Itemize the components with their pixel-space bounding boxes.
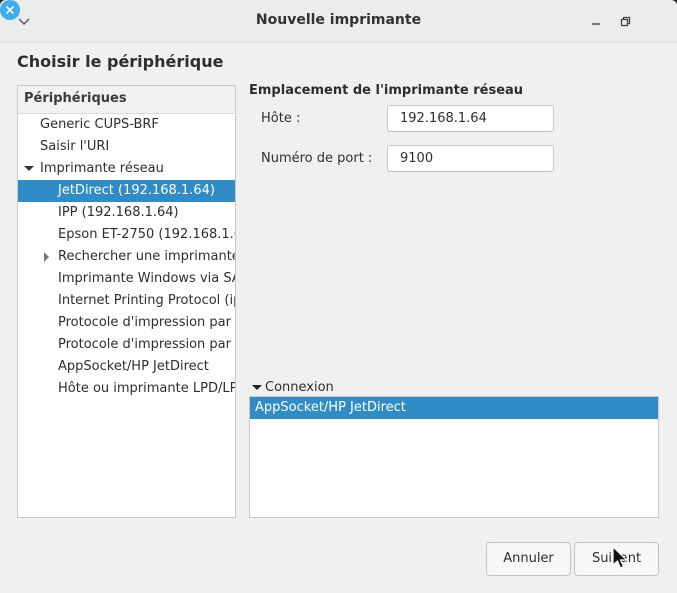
window-title: Nouvelle imprimante (255, 12, 422, 28)
port-input[interactable]: 9100 (387, 145, 554, 172)
device-tree-item-label: JetDirect (192.168.1.64) (58, 183, 215, 198)
host-label: Hôte : (261, 111, 301, 126)
device-tree-item-label: IPP (192.168.1.64) (58, 205, 179, 220)
device-tree-item-label: Rechercher une imprimante ré (58, 249, 235, 264)
host-input[interactable]: 192.168.1.64 (387, 105, 554, 132)
connection-list[interactable]: AppSocket/HP JetDirect (249, 396, 659, 518)
page-title: Choisir le périphérique (17, 52, 224, 71)
new-printer-dialog: Nouvelle imprimante Choisir le périphéri… (0, 0, 677, 593)
device-tree-item-label: Internet Printing Protocol (ipp (58, 293, 235, 308)
devices-tree[interactable]: Périphériques Generic CUPS-BRF Saisir l'U… (17, 85, 236, 518)
restore-icon[interactable] (615, 11, 635, 31)
device-tree-item[interactable]: Rechercher une imprimante ré (18, 246, 235, 268)
device-tree-item-label: Protocole d'impression par Int (58, 337, 235, 352)
device-tree-item[interactable]: Imprimante réseau (18, 158, 235, 180)
connection-expander-icon[interactable] (251, 380, 263, 396)
device-tree-item[interactable]: Internet Printing Protocol (ipp (18, 290, 235, 312)
device-tree-item-label: Imprimante réseau (40, 161, 164, 176)
device-tree-item[interactable]: Protocole d'impression par Int (18, 334, 235, 356)
device-tree-item-label: Generic CUPS-BRF (40, 117, 159, 132)
port-label: Numéro de port : (261, 151, 373, 166)
cancel-button[interactable]: Annuler (486, 542, 571, 576)
device-tree-item[interactable]: Generic CUPS-BRF (18, 114, 235, 136)
device-tree-item-label: Protocole d'impression par Int (58, 315, 235, 330)
device-tree-item-label: Imprimante Windows via SAM (58, 271, 235, 286)
network-location-title: Emplacement de l'imprimante réseau (249, 83, 524, 98)
connection-label[interactable]: Connexion (265, 380, 334, 395)
device-tree-item[interactable]: Saisir l'URI (18, 136, 235, 158)
mouse-cursor-icon (611, 545, 629, 570)
title-bar: Nouvelle imprimante (0, 0, 677, 43)
connection-item-appsocket[interactable]: AppSocket/HP JetDirect (250, 397, 658, 419)
device-tree-item[interactable]: JetDirect (192.168.1.64) (18, 180, 235, 202)
device-tree-item-label: Saisir l'URI (40, 139, 110, 154)
collapsed-arrow-icon[interactable] (40, 246, 54, 268)
device-tree-item-label: Epson ET-2750 (192.168.1.64 (58, 227, 235, 242)
device-tree-item[interactable]: Protocole d'impression par Int (18, 312, 235, 334)
device-tree-item[interactable]: Hôte ou imprimante LPD/LPR (18, 378, 235, 400)
device-tree-item[interactable]: Epson ET-2750 (192.168.1.64 (18, 224, 235, 246)
devices-column-header[interactable]: Périphériques (18, 86, 235, 114)
device-tree-item[interactable]: IPP (192.168.1.64) (18, 202, 235, 224)
device-tree-item[interactable]: Imprimante Windows via SAM (18, 268, 235, 290)
expanded-arrow-icon[interactable] (22, 158, 36, 180)
device-tree-item-label: Hôte ou imprimante LPD/LPR (58, 381, 235, 396)
minimize-icon[interactable] (586, 11, 606, 31)
device-tree-item-label: AppSocket/HP JetDirect (58, 359, 209, 374)
device-tree-item[interactable]: AppSocket/HP JetDirect (18, 356, 235, 378)
